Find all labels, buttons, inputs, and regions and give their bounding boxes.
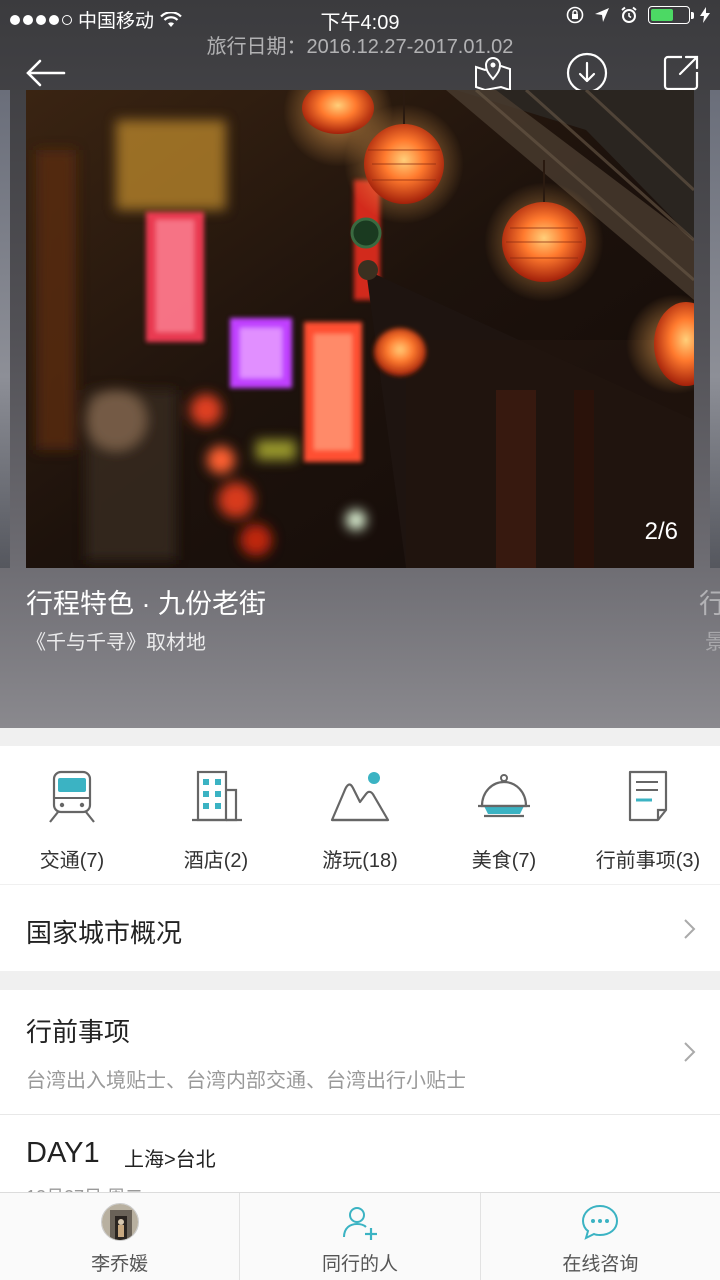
day-item[interactable]: DAY1 上海>台北 12月27日 周二	[0, 1114, 720, 1207]
pre-trip-row[interactable]: 行前事项 台湾出入境贴士、台湾内部交通、台湾出行小贴士	[0, 990, 720, 1114]
bottom-tab-bar: 李乔媛 同行的人 在线咨询	[0, 1192, 720, 1280]
category-label: 行前事项(3)	[595, 850, 701, 872]
chevron-right-icon	[684, 919, 696, 939]
share-icon	[663, 55, 699, 91]
mountain-icon	[330, 772, 390, 822]
pre-trip-title: 行前事项	[26, 1017, 131, 1047]
tab-label: 同行的人	[321, 1254, 398, 1275]
category-food[interactable]: 美食(7)	[432, 746, 576, 884]
featured-photo[interactable]	[26, 90, 694, 568]
hero-title: 行程特色 · 九份老街	[26, 589, 266, 619]
tab-companions[interactable]: 同行的人	[240, 1193, 481, 1280]
previous-card-peek[interactable]	[0, 90, 10, 568]
rotation-lock-icon	[566, 6, 584, 24]
download-icon	[566, 52, 608, 94]
next-card-subtitle: 景	[705, 631, 720, 654]
map-pin-icon	[475, 57, 511, 92]
day-route: 上海>台北	[124, 1149, 216, 1171]
category-label: 美食(7)	[471, 850, 537, 872]
alarm-icon	[621, 6, 637, 23]
day-number: DAY1	[26, 1137, 100, 1169]
location-arrow-icon	[595, 8, 609, 22]
next-card-peek[interactable]	[710, 90, 720, 568]
chat-icon	[582, 1204, 619, 1240]
country-overview-title: 国家城市概况	[26, 918, 183, 948]
chevron-right-icon	[684, 1042, 696, 1062]
charging-icon	[700, 7, 710, 23]
hero-subtitle: 《千与千寻》取材地	[26, 632, 206, 654]
category-transport[interactable]: 交通(7)	[0, 746, 144, 884]
battery-icon	[648, 6, 694, 24]
category-pretrip[interactable]: 行前事项(3)	[576, 746, 720, 884]
food-dish-icon	[478, 774, 530, 818]
category-hotel[interactable]: 酒店(2)	[144, 746, 288, 884]
add-person-icon	[342, 1207, 377, 1240]
category-label: 交通(7)	[39, 850, 105, 872]
document-icon	[628, 770, 668, 822]
category-label: 酒店(2)	[183, 850, 249, 872]
tab-label: 在线咨询	[562, 1254, 639, 1275]
category-sightseeing[interactable]: 游玩(18)	[288, 746, 432, 884]
category-label: 游玩(18)	[322, 850, 398, 872]
pre-trip-subtitle: 台湾出入境贴士、台湾内部交通、台湾出行小贴士	[26, 1070, 466, 1092]
hotel-icon	[192, 770, 242, 822]
next-card-title: 行	[699, 589, 720, 619]
back-arrow-icon	[26, 59, 66, 87]
category-bar: 交通(7) 酒店(2) 游玩(18) 美食(7) 行前事项(3)	[0, 746, 720, 884]
hero-section: 行 景 中国移动 下午4:09 旅行日期：2016.12.27-2017.01.…	[0, 0, 720, 728]
photo-counter: 2/6	[644, 518, 678, 545]
country-overview-row[interactable]: 国家城市概况	[0, 885, 720, 971]
tab-label: 李乔媛	[91, 1254, 149, 1275]
train-icon	[49, 770, 95, 823]
avatar	[100, 1203, 139, 1241]
travel-date: 旅行日期：2016.12.27-2017.01.02	[206, 36, 514, 58]
tab-online-consult[interactable]: 在线咨询	[481, 1193, 720, 1280]
tab-profile[interactable]: 李乔媛	[0, 1193, 241, 1280]
lantern-street-image	[26, 90, 694, 568]
